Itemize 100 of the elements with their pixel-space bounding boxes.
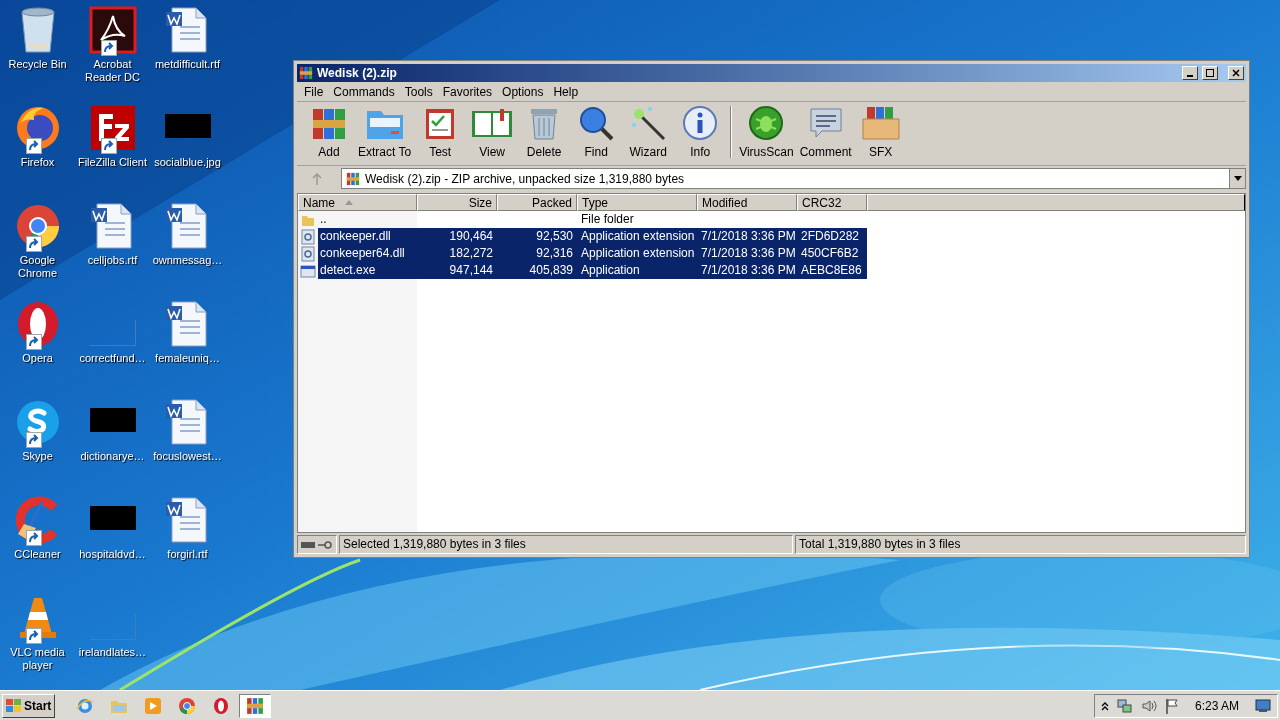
table-cell-text: 190,464	[448, 228, 494, 245]
books-icon	[246, 696, 265, 715]
desktop-icon-label[interactable]: focuslowest…	[150, 450, 225, 463]
toolbar-button[interactable]: Comment	[796, 103, 855, 161]
speaker-icon	[1140, 697, 1157, 714]
table-cell-text: AEBC8E86	[800, 262, 863, 279]
table-cell-text: detect.exe	[319, 262, 377, 279]
table-cell-text: ..	[319, 211, 328, 228]
taskbar-button[interactable]	[239, 693, 272, 718]
menu-item[interactable]: Help	[548, 82, 584, 101]
maximize-icon	[1206, 69, 1214, 77]
toolbar-button[interactable]: View	[466, 103, 519, 161]
image-thumbnail-icon	[89, 408, 136, 432]
table-cell-text: 7/1/2018 3:36 PM	[700, 228, 797, 245]
chrome-icon	[178, 696, 197, 715]
books-icon	[346, 171, 360, 186]
start-button[interactable]: Start	[2, 693, 56, 718]
toolbar-button[interactable]: Add	[303, 103, 355, 161]
image-thumbnail-icon	[89, 506, 136, 530]
media-player-icon	[144, 696, 163, 715]
desktop-icon-label[interactable]: correctfund…	[75, 352, 150, 365]
clock[interactable]: 6:23 AM	[1186, 696, 1247, 715]
desktop-icon-label[interactable]: ownmessag…	[150, 254, 225, 267]
up-arrow-icon	[312, 172, 322, 185]
desktop-icon-label[interactable]: Recycle Bin	[0, 58, 75, 71]
desktop-icon-label[interactable]: CCleaner	[0, 548, 75, 561]
table-cell-text: 2FD6D282	[800, 228, 861, 245]
desktop-icon-label[interactable]: hospitaldvd…	[75, 548, 150, 561]
desktop-icon-label[interactable]: Opera	[0, 352, 75, 365]
window-title: Wedisk (2).zip	[317, 65, 398, 82]
table-cell-text: 182,272	[448, 245, 494, 262]
application-window-icon	[300, 263, 316, 278]
table-cell-text: 7/1/2018 3:36 PM	[700, 245, 797, 262]
column-header[interactable]: Name	[298, 194, 417, 211]
desktop-icon-label[interactable]: Firefox	[0, 156, 75, 169]
toolbar-button[interactable]: Info	[674, 103, 727, 161]
table-cell-text: conkeeper.dll	[319, 228, 392, 245]
status-text: Selected 1,319,880 bytes in 3 files	[339, 535, 793, 554]
maximize-button[interactable]	[1202, 66, 1218, 80]
menu-item[interactable]: Favorites	[437, 82, 498, 101]
column-header[interactable]: Packed	[497, 194, 577, 211]
table-cell-text: conkeeper64.dll	[319, 245, 406, 262]
toolbar-button[interactable]: SFX	[854, 103, 907, 161]
desktop-icon-label[interactable]: Acrobat Reader DC	[75, 58, 150, 84]
column-header[interactable]: Modified	[697, 194, 797, 211]
minimize-button[interactable]	[1182, 66, 1198, 80]
toolbar-button[interactable]: Test	[414, 103, 467, 161]
gear-file-icon	[301, 228, 315, 245]
desktop-icon-label[interactable]: metdifficult.rtf	[150, 58, 225, 71]
toolbar-button[interactable]: Extract To	[355, 103, 415, 161]
gear-file-icon	[301, 245, 315, 262]
sort-arrow-icon	[345, 200, 353, 205]
network-icon	[1116, 697, 1133, 714]
toolbar-button[interactable]: Wizard	[622, 103, 675, 161]
show-desktop-icon[interactable]	[1255, 698, 1271, 713]
address-field[interactable]: Wedisk (2).zip - ZIP archive, unpacked size 1,319,880 bytes	[341, 168, 1246, 189]
menu-item[interactable]: Options	[497, 82, 549, 101]
desktop-icon-label[interactable]: socialblue.jpg	[150, 156, 225, 169]
bug-icon	[748, 105, 785, 141]
opera-icon	[212, 696, 231, 715]
file-row[interactable]: .. File folder	[298, 211, 1245, 228]
column-header[interactable]: Type	[577, 194, 697, 211]
desktop-icon-label[interactable]: celljobs.rtf	[75, 254, 150, 267]
column-header[interactable]: Size	[417, 194, 497, 211]
desktop-icon-label[interactable]: Skype	[0, 450, 75, 463]
desktop-icon-label[interactable]: VLC media player	[0, 646, 75, 672]
table-cell-text: 92,316	[535, 245, 574, 262]
toolbar-button[interactable]: Find	[570, 103, 623, 161]
magnifier-icon	[578, 105, 615, 141]
menu-item[interactable]: Commands	[328, 82, 400, 101]
acrobat-icon	[88, 6, 137, 54]
table-cell-text: File folder	[580, 211, 635, 228]
flag-icon	[1164, 697, 1179, 714]
table-cell-text: 405,839	[528, 262, 574, 279]
drive-icon	[301, 541, 315, 548]
column-header[interactable]: CRC32	[797, 194, 867, 211]
table-cell-text: Application extension	[580, 228, 696, 245]
desktop-icon-label[interactable]: femaleuniq…	[150, 352, 225, 365]
books-icon	[299, 66, 313, 80]
close-icon	[1232, 69, 1240, 77]
table-cell-text: 450CF6B2	[800, 245, 860, 262]
desktop-icon-label[interactable]: irelandlates…	[75, 646, 150, 659]
desktop-icon-label[interactable]: forgirl.rtf	[150, 548, 225, 561]
table-cell-text: 7/1/2018 3:36 PM	[700, 262, 797, 279]
desktop-icon-label[interactable]: FileZilla Client	[75, 156, 150, 169]
menu-item[interactable]: Tools	[399, 82, 438, 101]
dropdown-caret-icon	[1233, 176, 1242, 181]
browser-e-icon	[76, 696, 95, 715]
thumbnail-outline-icon	[89, 614, 136, 640]
table-cell-text: Application extension	[580, 245, 696, 262]
desktop-icon-label[interactable]: Google Chrome	[0, 254, 75, 280]
toolbar-button[interactable]: Delete	[518, 103, 571, 161]
table-cell-text: Application	[580, 262, 641, 279]
table-cell-text: 947,144	[448, 262, 494, 279]
box-icon	[860, 105, 901, 141]
menu-item[interactable]: File	[299, 82, 329, 101]
toolbar-button[interactable]: VirusScan	[736, 103, 797, 161]
desktop-icon-label[interactable]: dictionarye…	[75, 450, 150, 463]
close-button[interactable]	[1228, 66, 1244, 80]
chevron-up-icon	[1100, 700, 1109, 711]
